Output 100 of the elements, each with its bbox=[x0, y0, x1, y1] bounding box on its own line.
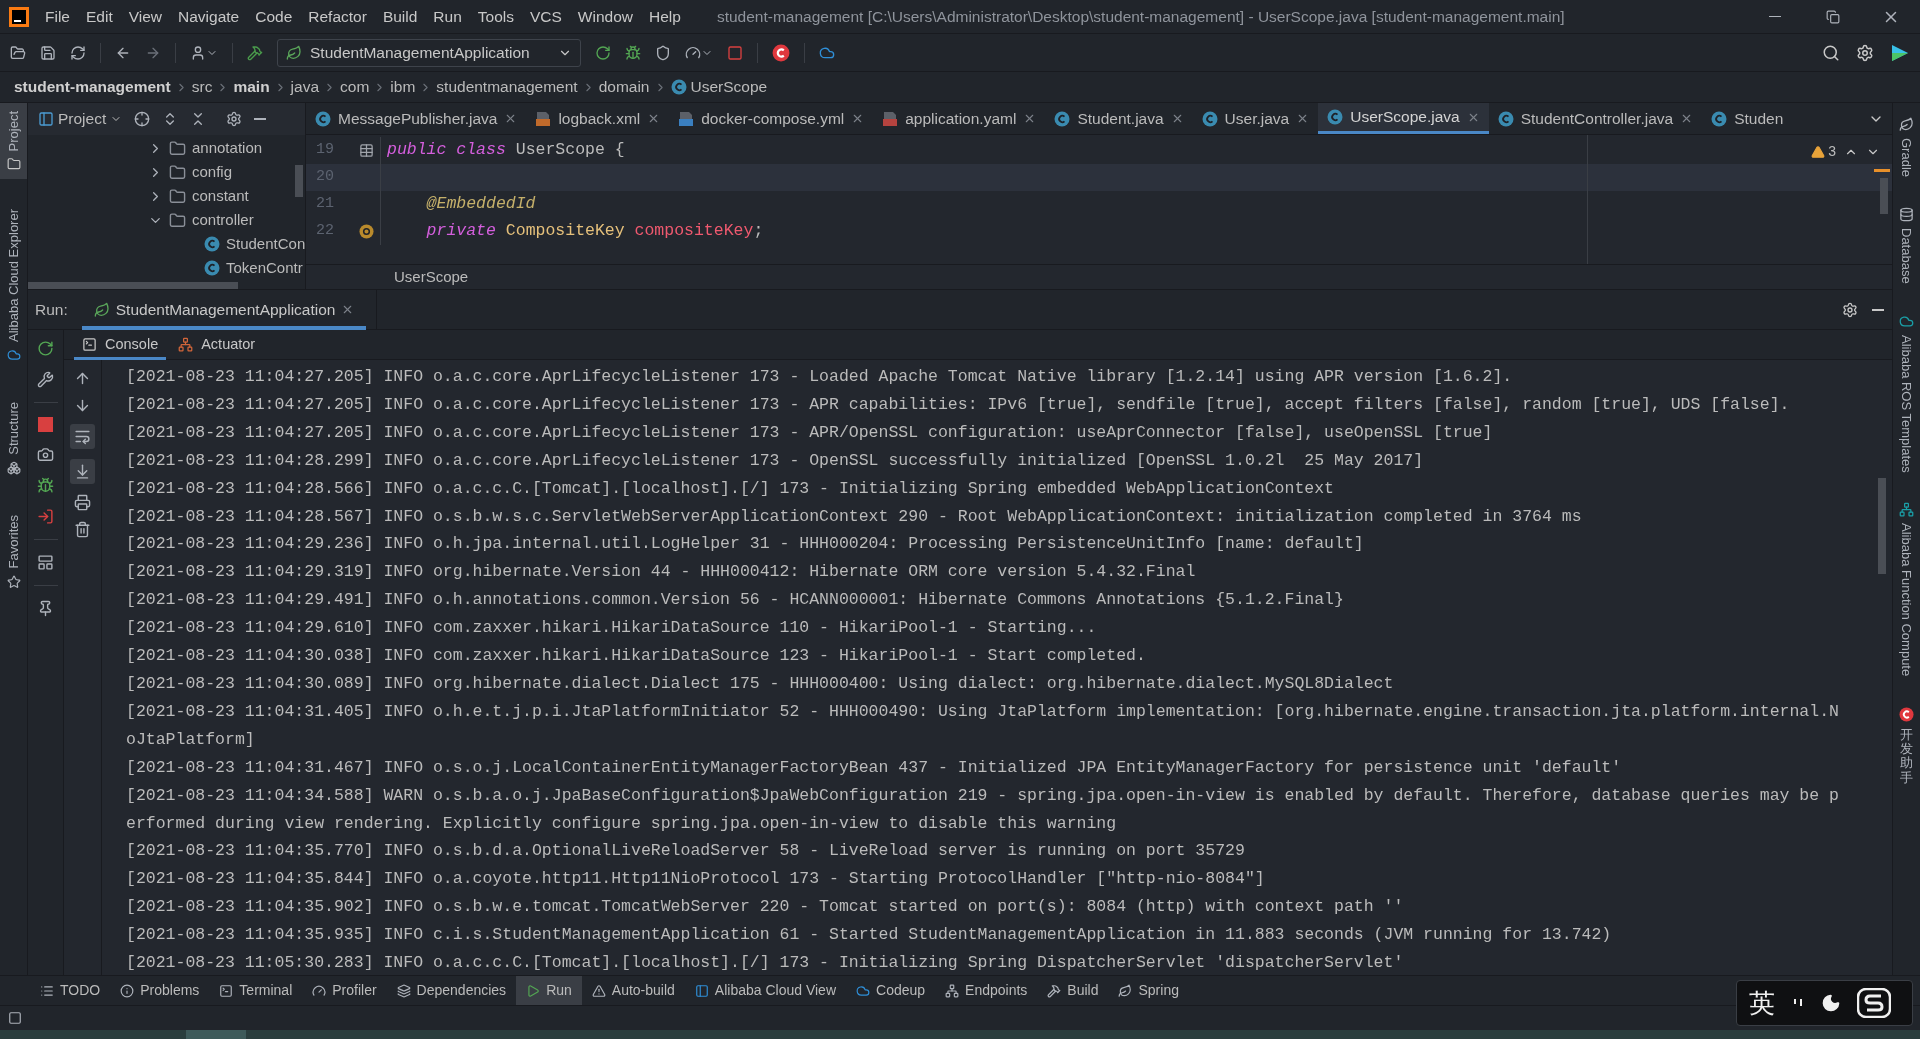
breadcrumb-item[interactable]: java bbox=[290, 75, 320, 99]
scroll-to-end-toggle[interactable] bbox=[70, 459, 95, 484]
warning-marker[interactable] bbox=[1874, 169, 1890, 172]
minimize-icon[interactable] bbox=[1872, 308, 1884, 311]
tree-item[interactable]: TokenContr bbox=[28, 256, 305, 280]
breadcrumb-item[interactable]: student-management bbox=[14, 75, 171, 99]
tool-window-button[interactable]: Alibaba Function Compute bbox=[1893, 494, 1920, 685]
layout-icon[interactable] bbox=[37, 554, 54, 571]
locate-icon[interactable] bbox=[134, 111, 151, 127]
tree-item[interactable]: StudentCon bbox=[28, 232, 305, 256]
rerun-icon[interactable] bbox=[595, 44, 611, 61]
breadcrumb-item[interactable]: main bbox=[233, 75, 270, 99]
trash-icon[interactable] bbox=[74, 521, 91, 538]
settings-icon[interactable] bbox=[1856, 43, 1874, 62]
editor-tab[interactable]: docker-compose.yml bbox=[669, 103, 874, 134]
tree-item[interactable]: annotation bbox=[28, 136, 305, 160]
breadcrumb-item[interactable]: domain bbox=[598, 75, 650, 99]
stop-icon[interactable] bbox=[727, 44, 743, 61]
tool-window-button[interactable]: Auto-build bbox=[581, 975, 685, 1006]
menu-item[interactable]: Navigate bbox=[170, 4, 248, 29]
open-icon[interactable] bbox=[10, 44, 26, 61]
editor-tab[interactable]: Studen bbox=[1702, 103, 1793, 134]
tool-window-button[interactable]: Project bbox=[0, 103, 27, 180]
ime-logo-icon[interactable] bbox=[1857, 988, 1891, 1018]
exit-icon[interactable] bbox=[37, 508, 54, 525]
hammer-icon[interactable] bbox=[247, 44, 263, 61]
menu-item[interactable]: Help bbox=[641, 4, 689, 29]
warning-count[interactable]: 3 bbox=[1811, 141, 1836, 162]
ime-toolbar[interactable]: 英 bbox=[1736, 980, 1913, 1026]
soft-wrap-toggle[interactable] bbox=[70, 424, 95, 449]
menu-item[interactable]: Tools bbox=[469, 4, 522, 29]
console-tab[interactable]: Console bbox=[74, 329, 167, 360]
plugin-icon[interactable] bbox=[772, 43, 790, 62]
print-icon[interactable] bbox=[74, 494, 91, 511]
tool-window-button[interactable]: Codeup bbox=[846, 975, 936, 1006]
scrollbar[interactable] bbox=[28, 282, 238, 289]
scrollbar[interactable] bbox=[1878, 478, 1886, 574]
field-marker-icon[interactable] bbox=[358, 224, 374, 239]
tool-window-button[interactable]: 开发助手 bbox=[1893, 698, 1920, 793]
bug-icon[interactable] bbox=[37, 477, 54, 494]
ime-mode[interactable]: 英 bbox=[1749, 983, 1775, 1023]
tool-window-button[interactable]: Alibaba Cloud Explorer bbox=[0, 201, 27, 371]
coverage-icon[interactable] bbox=[655, 44, 671, 61]
settings-icon[interactable] bbox=[226, 111, 243, 127]
gauge-icon[interactable] bbox=[685, 44, 701, 61]
breadcrumb-item[interactable]: com bbox=[340, 75, 370, 99]
editor-tab[interactable]: MessagePublisher.java bbox=[306, 103, 527, 134]
tool-window-button[interactable]: Run bbox=[516, 975, 582, 1006]
bug-icon[interactable] bbox=[625, 44, 641, 61]
tool-window-button[interactable]: Profiler bbox=[302, 975, 387, 1006]
menu-item[interactable]: Build bbox=[374, 4, 426, 29]
camera-icon[interactable] bbox=[37, 446, 54, 463]
tool-window-button[interactable]: TODO bbox=[30, 975, 111, 1006]
tree-item[interactable]: constant bbox=[28, 184, 305, 208]
tool-window-button[interactable]: Terminal bbox=[209, 975, 303, 1006]
structure-breadcrumb[interactable]: UserScope bbox=[394, 265, 469, 289]
breadcrumb-item[interactable]: src bbox=[191, 75, 213, 99]
tree-item[interactable]: config bbox=[28, 160, 305, 184]
tree-item[interactable]: controller bbox=[28, 208, 305, 232]
moon-icon[interactable] bbox=[1821, 993, 1841, 1013]
editor-tab[interactable]: Student.java bbox=[1045, 103, 1193, 134]
menu-item[interactable]: Refactor bbox=[300, 4, 375, 29]
scrollbar[interactable] bbox=[1880, 178, 1888, 214]
menu-item[interactable]: File bbox=[37, 4, 78, 29]
menu-item[interactable]: VCS bbox=[521, 4, 570, 29]
tool-window-button[interactable]: Gradle bbox=[1893, 109, 1920, 186]
user-icon[interactable] bbox=[190, 44, 206, 61]
editor-tab[interactable]: logback.xml bbox=[526, 103, 670, 134]
editor-tab[interactable]: StudentController.java bbox=[1488, 103, 1703, 134]
menu-item[interactable]: Run bbox=[425, 4, 470, 29]
breadcrumb-item[interactable]: UserScope bbox=[670, 75, 768, 99]
save-icon[interactable] bbox=[40, 44, 56, 61]
pin-icon[interactable] bbox=[37, 600, 54, 617]
settings-icon[interactable] bbox=[1842, 301, 1858, 318]
sync-icon[interactable] bbox=[70, 44, 86, 61]
breadcrumb-item[interactable]: ibm bbox=[390, 75, 416, 99]
layout-toggle-icon[interactable] bbox=[8, 1011, 22, 1025]
rerun-icon[interactable] bbox=[37, 340, 54, 357]
up-icon[interactable] bbox=[74, 370, 91, 387]
tool-window-button[interactable]: Problems bbox=[110, 975, 210, 1006]
menu-item[interactable]: Code bbox=[247, 4, 301, 29]
tool-window-button[interactable]: Structure bbox=[0, 394, 27, 484]
tool-window-button[interactable]: Alibaba Cloud View bbox=[684, 975, 846, 1006]
minimize-icon[interactable] bbox=[254, 118, 267, 120]
menu-item[interactable]: View bbox=[120, 4, 171, 29]
editor-tab[interactable]: UserScope.java bbox=[1318, 103, 1489, 134]
search-icon[interactable] bbox=[1822, 43, 1840, 62]
run-config-dropdown[interactable]: StudentManagementApplication bbox=[277, 38, 581, 67]
down-icon[interactable] bbox=[74, 397, 91, 414]
menu-item[interactable]: Edit bbox=[78, 4, 121, 29]
editor-tab[interactable]: User.java bbox=[1192, 103, 1319, 134]
scrollbar[interactable] bbox=[295, 165, 303, 197]
breadcrumb-item[interactable]: studentmanagement bbox=[436, 75, 578, 99]
tool-window-button[interactable]: Dependencies bbox=[386, 975, 517, 1006]
tool-window-button[interactable]: Database bbox=[1893, 199, 1920, 292]
tool-window-button[interactable]: Favorites bbox=[0, 507, 27, 597]
tool-window-button[interactable]: Build bbox=[1037, 975, 1109, 1006]
tool-window-button[interactable]: Endpoints bbox=[935, 975, 1038, 1006]
console-tab[interactable]: Actuator bbox=[170, 329, 264, 360]
tool-window-button[interactable]: Spring bbox=[1108, 975, 1189, 1006]
